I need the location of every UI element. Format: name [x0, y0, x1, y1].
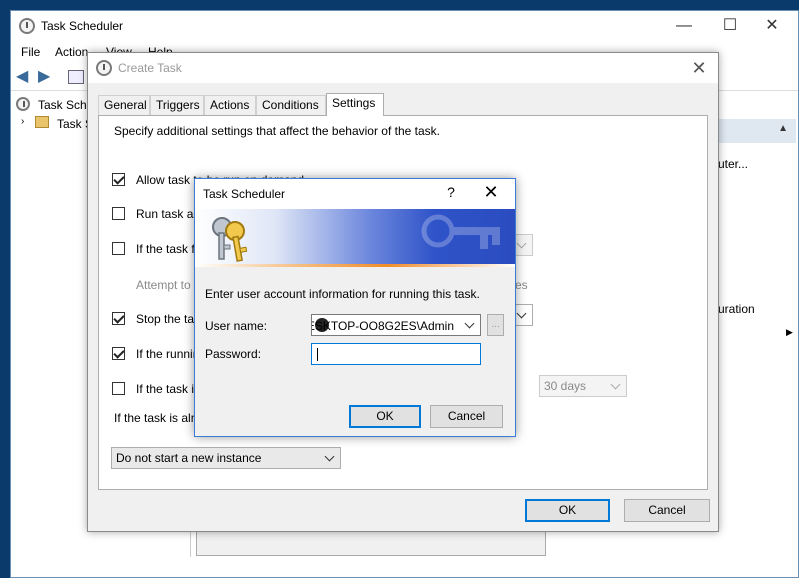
- settings-description: Specify additional settings that affect …: [114, 124, 440, 138]
- ok-button[interactable]: OK: [525, 499, 610, 522]
- menu-action[interactable]: Action: [55, 45, 88, 59]
- banner: [195, 209, 515, 267]
- text-caret: [317, 348, 318, 361]
- cancel-button[interactable]: Cancel: [624, 499, 710, 522]
- action-item[interactable]: uter...: [718, 157, 748, 171]
- dialog-title: Create Task: [118, 61, 182, 75]
- user-name-select[interactable]: DESKTOP-OO8G2ES\Admin: [311, 314, 481, 336]
- tab-actions[interactable]: Actions: [204, 95, 256, 115]
- expand-arrow-icon[interactable]: ›: [21, 116, 24, 127]
- dialog-title-bar: Task Scheduler ? ✕: [195, 179, 515, 209]
- user-name-value: DESKTOP-OO8G2ES\Admin: [311, 319, 454, 333]
- tab-general[interactable]: General: [98, 95, 150, 115]
- clock-icon: [16, 97, 30, 111]
- maximize-button[interactable]: ☐: [707, 11, 753, 41]
- tab-triggers[interactable]: Triggers: [150, 95, 204, 115]
- window-title: Task Scheduler: [41, 19, 124, 33]
- user-name-label: User name:: [205, 319, 268, 333]
- actions-header[interactable]: ▲: [706, 119, 796, 143]
- ok-button[interactable]: OK: [349, 405, 421, 428]
- back-arrow-icon[interactable]: ◀: [16, 69, 34, 85]
- delete-after-checkbox[interactable]: [112, 382, 125, 395]
- submenu-arrow-icon[interactable]: ▶: [786, 327, 793, 338]
- run-missed-checkbox[interactable]: [112, 207, 125, 220]
- close-button[interactable]: ✕: [688, 57, 710, 79]
- delete-after-select[interactable]: 30 days: [539, 375, 627, 397]
- chevron-down-icon: [516, 238, 527, 249]
- browse-button[interactable]: ...: [487, 314, 504, 336]
- tab-conditions[interactable]: Conditions: [256, 95, 326, 115]
- chevron-down-icon: [464, 318, 475, 329]
- credentials-dialog: Task Scheduler ? ✕ Enter user account in…: [194, 178, 516, 437]
- instance-rule-select[interactable]: Do not start a new instance: [111, 447, 341, 469]
- tab-settings[interactable]: Settings: [326, 93, 384, 116]
- forward-arrow-icon[interactable]: ▶: [38, 69, 56, 85]
- chevron-down-icon: [324, 451, 335, 462]
- close-button[interactable]: ✕: [481, 182, 501, 203]
- chevron-down-icon: [516, 308, 527, 319]
- folder-icon: [35, 116, 49, 128]
- force-stop-checkbox[interactable]: [112, 347, 125, 360]
- tree-item-label: Task Sche: [38, 98, 94, 112]
- title-bar: Task Scheduler — ☐ ✕: [11, 11, 798, 41]
- keys-icon: [212, 217, 248, 262]
- help-button[interactable]: ?: [443, 184, 459, 200]
- actions-pane: ▲ uter... uration ▶: [706, 119, 796, 559]
- stop-long-task-checkbox[interactable]: [112, 312, 125, 325]
- prompt-text: Enter user account information for runni…: [205, 287, 480, 301]
- decorative-keys-icon: [421, 214, 500, 249]
- allow-on-demand-checkbox[interactable]: [112, 173, 125, 186]
- clock-icon: [96, 60, 112, 76]
- instance-rule-value: Do not start a new instance: [116, 451, 262, 465]
- clock-icon: [19, 18, 35, 34]
- console-tree-icon[interactable]: [68, 70, 84, 84]
- collapse-arrow-icon[interactable]: ▲: [778, 123, 788, 134]
- dialog-title: Task Scheduler: [203, 187, 286, 201]
- action-item[interactable]: uration: [718, 302, 755, 316]
- delete-after-value: 30 days: [544, 379, 587, 393]
- minimize-button[interactable]: —: [661, 11, 707, 41]
- close-button[interactable]: ✕: [749, 11, 795, 41]
- password-field[interactable]: [311, 343, 481, 365]
- cancel-button[interactable]: Cancel: [430, 405, 503, 428]
- banner-accent-strip: [195, 264, 515, 267]
- restart-on-fail-checkbox[interactable]: [112, 242, 125, 255]
- menu-file[interactable]: File: [21, 45, 40, 59]
- chevron-down-icon: [610, 379, 621, 390]
- attempt-restart-suffix: es: [515, 278, 528, 292]
- dialog-title-bar: Create Task ✕: [88, 53, 718, 83]
- password-label: Password:: [205, 347, 262, 361]
